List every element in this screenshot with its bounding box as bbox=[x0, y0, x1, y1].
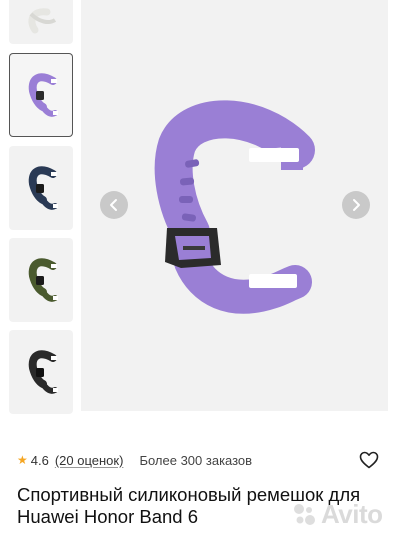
strap-thumbnail-icon bbox=[28, 73, 58, 117]
strap-thumbnail-icon bbox=[28, 166, 58, 210]
thumbnail-white[interactable] bbox=[9, 0, 73, 44]
chevron-right-icon bbox=[353, 199, 360, 211]
main-product-image[interactable] bbox=[81, 0, 388, 411]
previous-image-button[interactable] bbox=[100, 191, 128, 219]
chevron-left-icon bbox=[110, 199, 117, 211]
next-image-button[interactable] bbox=[342, 191, 370, 219]
avito-watermark: Avito bbox=[291, 499, 383, 529]
thumbnail-green[interactable] bbox=[9, 238, 73, 322]
strap-thumbnail-icon bbox=[28, 8, 57, 34]
orders-count: Более 300 заказов bbox=[139, 452, 253, 468]
strap-thumbnail-icon bbox=[28, 258, 58, 302]
thumbnail-navy[interactable] bbox=[9, 146, 73, 230]
rating-value: 4.6 bbox=[30, 452, 49, 468]
reviews-link[interactable]: (20 оценок) bbox=[55, 453, 124, 468]
thumbnail-purple[interactable] bbox=[9, 53, 73, 137]
product-meta-row: ★ 4.6 (20 оценок) Более 300 заказов bbox=[17, 451, 252, 469]
thumbnail-black[interactable] bbox=[9, 330, 73, 414]
avito-logo-icon bbox=[294, 504, 315, 525]
watermark-text: Avito bbox=[321, 498, 383, 529]
heart-outline-icon bbox=[359, 451, 379, 469]
star-icon: ★ bbox=[17, 453, 28, 467]
favorite-button[interactable] bbox=[359, 451, 379, 469]
strap-thumbnail-icon bbox=[28, 350, 58, 394]
